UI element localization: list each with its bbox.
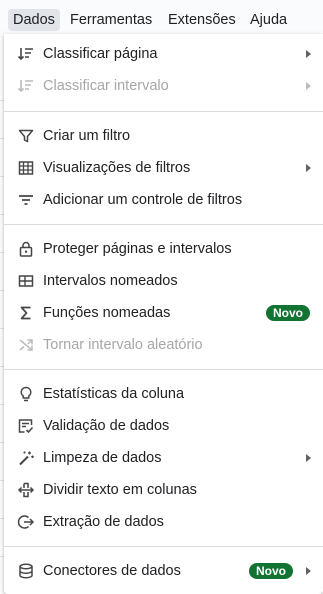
filter-views-icon [17, 159, 35, 177]
menu-item-label: Validação de dados [43, 418, 170, 434]
menu-item-limpeza[interactable]: Limpeza de dados [4, 442, 323, 474]
lock-icon [17, 240, 35, 258]
submenu-arrow-icon [306, 567, 311, 575]
menu-item-classificar-pagina[interactable]: Classificar página [4, 38, 323, 70]
menu-separator [4, 111, 323, 112]
menu-item-label: Visualizações de filtros [43, 160, 191, 176]
menu-ferramentas[interactable]: Ferramentas [65, 9, 157, 31]
menu-item-label: Criar um filtro [43, 128, 131, 144]
menu-item-conectores[interactable]: Conectores de dados Novo [4, 555, 323, 587]
new-badge: Novo [266, 305, 310, 321]
submenu-arrow-icon [306, 164, 311, 172]
menu-item-label: Estatísticas da coluna [43, 386, 185, 402]
sort-icon [17, 45, 35, 63]
lightbulb-icon [17, 385, 35, 403]
named-ranges-icon [17, 272, 35, 290]
menu-separator [4, 369, 323, 370]
menu-item-label: Extração de dados [43, 514, 164, 530]
menu-item-label: Proteger páginas e intervalos [43, 241, 232, 257]
sort-range-icon [17, 77, 35, 95]
data-validation-icon [17, 417, 35, 435]
submenu-arrow-icon [306, 82, 311, 90]
filter-icon [17, 127, 35, 145]
menu-extensoes[interactable]: Extensões [163, 9, 241, 31]
menu-item-label: Intervalos nomeados [43, 273, 178, 289]
menu-item-funcoes-nomeadas[interactable]: Funções nomeadas Novo [4, 297, 323, 329]
new-badge: Novo [249, 563, 293, 579]
data-menu-dropdown: Classificar página Classificar intervalo… [4, 34, 323, 594]
menu-item-validacao[interactable]: Validação de dados [4, 410, 323, 442]
menu-item-tornar-aleatorio: Tornar intervalo aleatório [4, 329, 323, 361]
menu-item-classificar-intervalo: Classificar intervalo [4, 70, 323, 102]
magic-wand-icon [17, 449, 35, 467]
menu-item-proteger[interactable]: Proteger páginas e intervalos [4, 233, 323, 265]
submenu-arrow-icon [306, 454, 311, 462]
sigma-icon [17, 304, 35, 322]
extract-icon [17, 513, 35, 531]
database-icon [17, 562, 35, 580]
menu-item-extracao[interactable]: Extração de dados [4, 506, 323, 538]
menu-item-label: Conectores de dados [43, 563, 181, 579]
menu-item-label: Tornar intervalo aleatório [43, 337, 203, 353]
menu-item-label: Limpeza de dados [43, 450, 162, 466]
menu-item-estatisticas[interactable]: Estatísticas da coluna [4, 378, 323, 410]
menu-item-dividir-texto[interactable]: Dividir texto em colunas [4, 474, 323, 506]
menu-ajuda[interactable]: Ajuda [245, 9, 292, 31]
menu-item-criar-filtro[interactable]: Criar um filtro [4, 120, 323, 152]
menu-item-label: Classificar página [43, 46, 158, 62]
shuffle-icon [17, 336, 35, 354]
menu-item-label: Adicionar um controle de filtros [43, 192, 243, 208]
menubar: Dados Ferramentas Extensões Ajuda [0, 0, 323, 38]
submenu-arrow-icon [306, 50, 311, 58]
menu-item-label: Funções nomeadas [43, 305, 171, 321]
menu-item-label: Dividir texto em colunas [43, 482, 197, 498]
menu-separator [4, 546, 323, 547]
menu-item-intervalos-nomeados[interactable]: Intervalos nomeados [4, 265, 323, 297]
menu-dados[interactable]: Dados [8, 9, 60, 31]
menu-item-label: Classificar intervalo [43, 78, 169, 94]
menu-item-controle-filtros[interactable]: Adicionar um controle de filtros [4, 184, 323, 216]
filter-control-icon [17, 191, 35, 209]
split-columns-icon [17, 481, 35, 499]
menu-separator [4, 224, 323, 225]
menu-item-visualizacoes-filtros[interactable]: Visualizações de filtros [4, 152, 323, 184]
